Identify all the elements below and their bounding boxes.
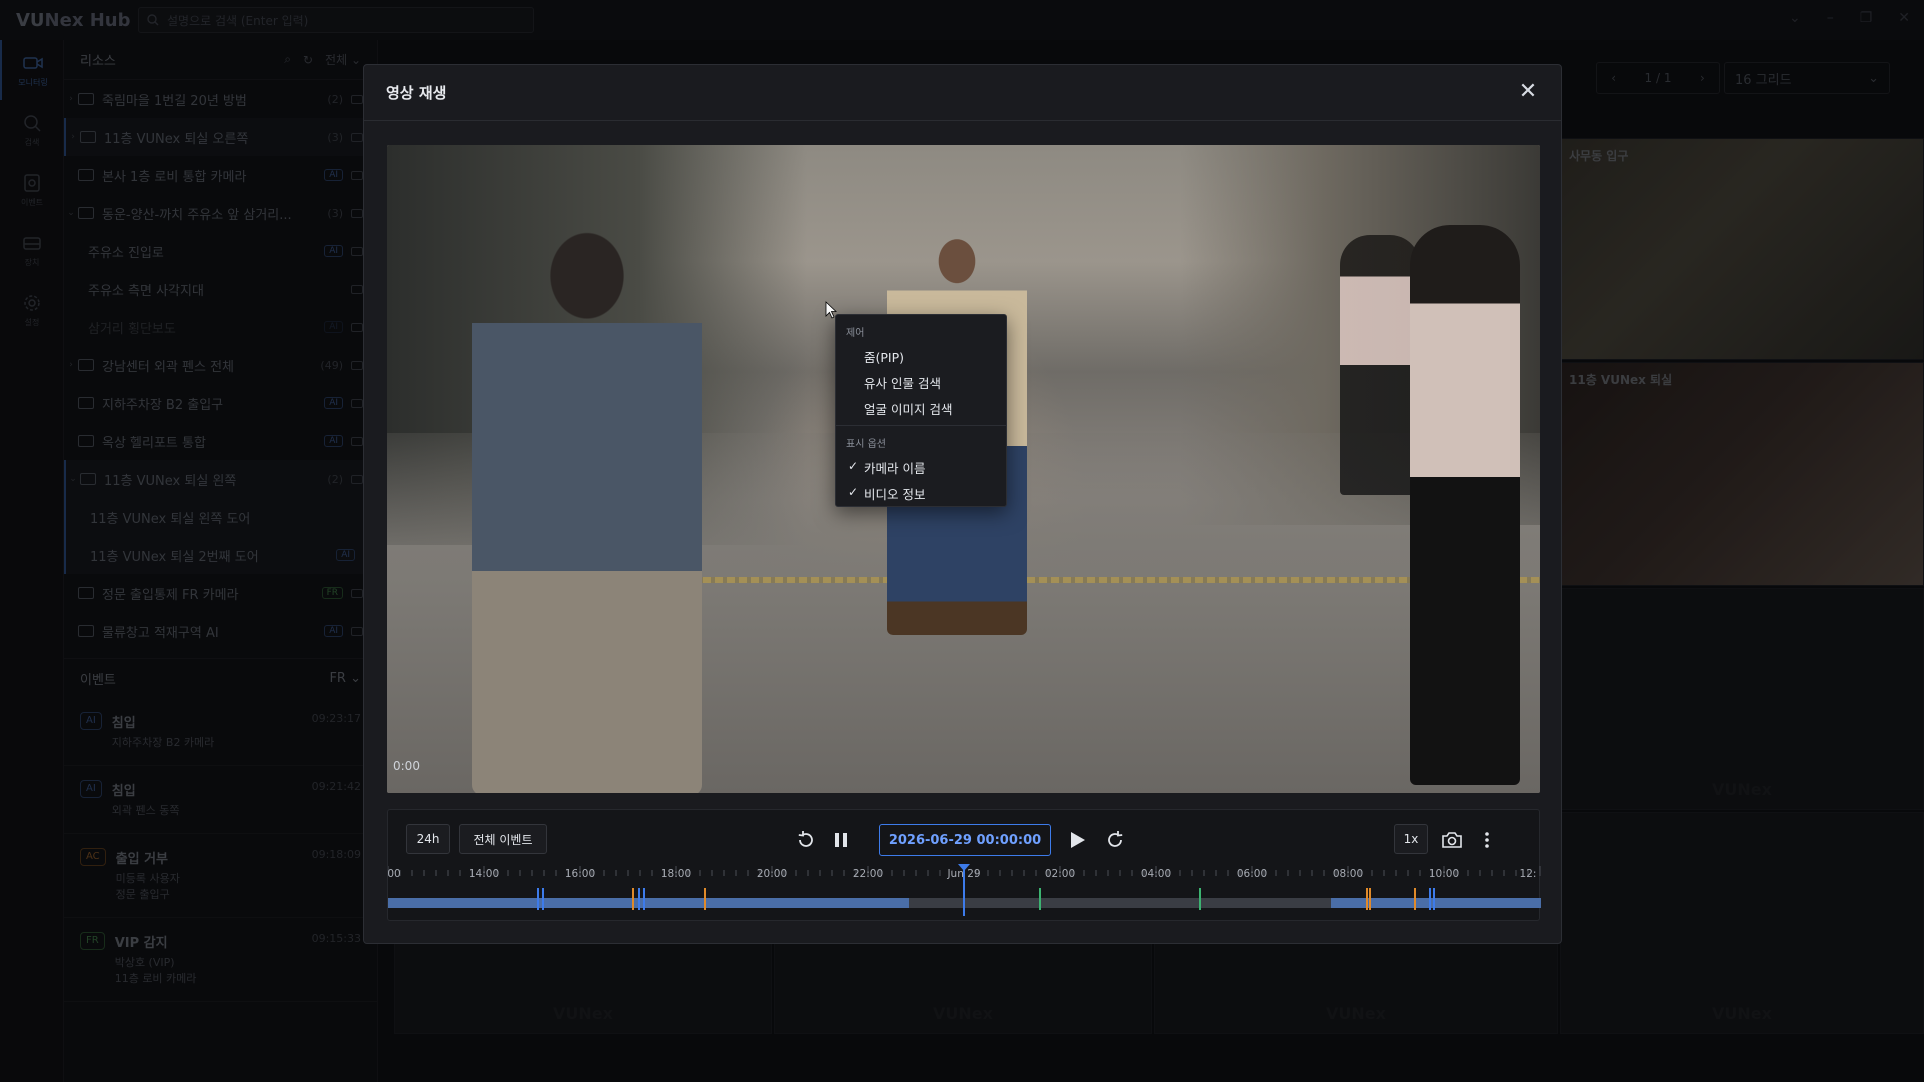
- timeline-event-marker[interactable]: [1414, 888, 1416, 910]
- timeline-tick-label: 02:00: [1044, 868, 1076, 880]
- recording-segment: [388, 898, 909, 908]
- camera-snapshot-icon[interactable]: [1439, 827, 1465, 853]
- forward-icon[interactable]: [1102, 827, 1128, 853]
- timeline-tick-label: 08:00: [1332, 868, 1364, 880]
- menu-item-face-image-search[interactable]: 얼굴 이미지 검색: [836, 395, 1006, 421]
- timeline-tick-label: 06:00: [1236, 868, 1268, 880]
- timeline-tick-label: 18:00: [660, 868, 692, 880]
- video-playback-modal: 영상 재생 ✕ 0:00 제어 줌(PIP) 유사 인물 검색 얼굴 이미지 검…: [363, 64, 1562, 944]
- check-icon: ✓: [848, 485, 859, 499]
- playback-speed-button[interactable]: 1x: [1394, 824, 1428, 854]
- context-menu: 제어 줌(PIP) 유사 인물 검색 얼굴 이미지 검색 표시 옵션 ✓ 카메라 …: [835, 314, 1007, 507]
- context-section-display: 표시 옵션: [846, 439, 886, 450]
- timeline-event-marker[interactable]: [632, 888, 634, 910]
- timeline-event-marker[interactable]: [537, 888, 539, 910]
- menu-item-similar-person-search[interactable]: 유사 인물 검색: [836, 369, 1006, 395]
- range-24h-button[interactable]: 24h: [406, 824, 450, 854]
- video-time: 0:00: [393, 759, 420, 773]
- timeline-event-marker[interactable]: [638, 888, 640, 910]
- timeline-event-marker[interactable]: [542, 888, 544, 910]
- timeline[interactable]: 00 14:00 16:00 18:00 20:00 22:00 Jun 29 02:00 04…: [387, 864, 1541, 920]
- timeline-event-marker[interactable]: [1369, 888, 1371, 910]
- playback-controls: 24h 전체 이벤트 2026-06-29 00:00:00 1x 00 14:…: [387, 809, 1541, 921]
- timeline-event-marker[interactable]: [704, 888, 706, 910]
- timeline-tick-label: 14:00: [468, 868, 500, 880]
- timeline-tick-label: Jun 29: [947, 868, 981, 880]
- pause-icon[interactable]: [828, 827, 854, 853]
- timeline-event-marker[interactable]: [1039, 888, 1041, 910]
- app-window: VUNex Hub 설명으로 검색 (Enter 입력) ⌄ – ❐ ✕ 모니터…: [0, 0, 1924, 1082]
- menu-item-video-info[interactable]: ✓ 비디오 정보: [836, 480, 1006, 506]
- play-icon[interactable]: [1064, 827, 1090, 853]
- context-section-control: 제어: [846, 328, 865, 339]
- timeline-tick-label: 00: [387, 868, 401, 880]
- menu-item-zoom-pip[interactable]: 줌(PIP): [836, 343, 1006, 369]
- timeline-tick-label: 22:00: [852, 868, 884, 880]
- timeline-event-marker[interactable]: [1433, 888, 1435, 910]
- modal-title: 영상 재생: [386, 84, 447, 102]
- timeline-tick-label: 04:00: [1140, 868, 1172, 880]
- close-icon[interactable]: ✕: [1517, 80, 1539, 104]
- modal-header: 영상 재생 ✕: [364, 65, 1561, 121]
- check-icon: ✓: [848, 459, 859, 473]
- video-player[interactable]: 0:00 제어 줌(PIP) 유사 인물 검색 얼굴 이미지 검색 표시 옵션 …: [387, 145, 1540, 793]
- timeline-event-marker[interactable]: [643, 888, 645, 910]
- more-options-icon[interactable]: [1474, 827, 1500, 853]
- timeline-tick-label: 12:: [1519, 868, 1537, 880]
- menu-item-camera-name[interactable]: ✓ 카메라 이름: [836, 454, 1006, 480]
- timeline-event-marker[interactable]: [1366, 888, 1368, 910]
- timeline-tick-label: 16:00: [564, 868, 596, 880]
- timeline-tick-label: 10:00: [1428, 868, 1460, 880]
- timeline-event-marker[interactable]: [1199, 888, 1201, 910]
- recording-segment: [1331, 898, 1541, 908]
- timeline-tick-label: 20:00: [756, 868, 788, 880]
- timeline-event-marker[interactable]: [1429, 888, 1431, 910]
- all-events-button[interactable]: 전체 이벤트: [459, 824, 547, 854]
- datetime-picker[interactable]: 2026-06-29 00:00:00: [879, 824, 1051, 856]
- rewind-icon[interactable]: [793, 827, 819, 853]
